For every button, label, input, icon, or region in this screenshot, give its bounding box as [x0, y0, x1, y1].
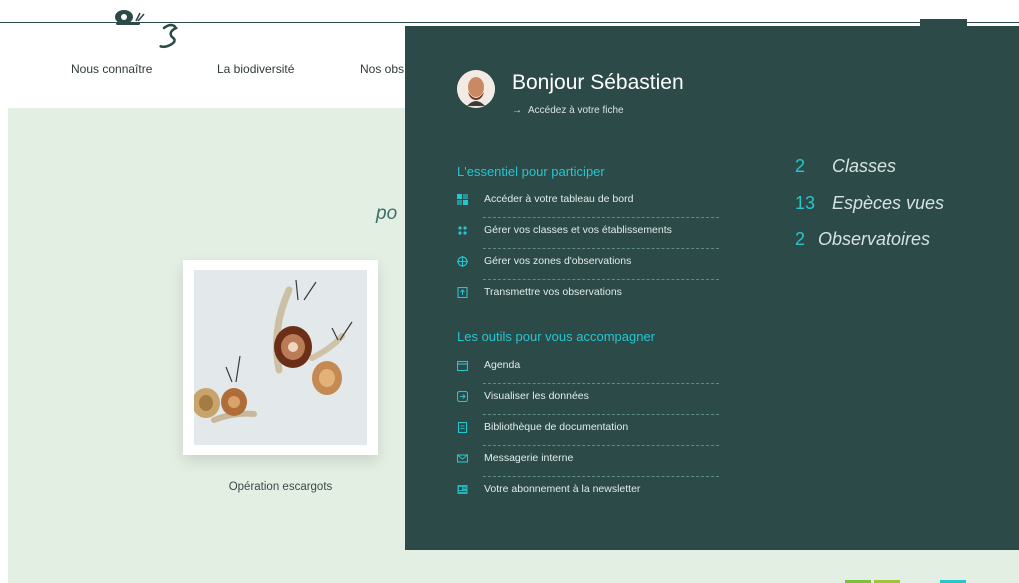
profile-link[interactable]: → Accédez à votre fiche	[512, 105, 624, 116]
section-title-outils: Les outils pour vous accompagner	[457, 329, 656, 344]
avatar-face-icon	[457, 70, 495, 108]
menu-item-zones[interactable]: Gérer vos zones d'observations	[457, 249, 719, 280]
library-icon	[457, 422, 468, 433]
user-avatar[interactable]	[457, 70, 495, 108]
nav-item-observatoires[interactable]: Nos obs	[360, 62, 404, 76]
stat-label: Classes	[832, 156, 897, 176]
section-title-essentiel: L'essentiel pour participer	[457, 164, 605, 179]
menu-item-messagerie[interactable]: Messagerie interne	[457, 446, 719, 477]
hero-title: po	[376, 203, 398, 224]
menu-item-bibliotheque[interactable]: Bibliothèque de documentation	[457, 415, 719, 446]
menu-item-tableau-de-bord[interactable]: Accéder à votre tableau de bord	[457, 187, 719, 218]
nav-item-biodiversite[interactable]: La biodiversité	[217, 62, 294, 76]
menu-item-label: Transmettre vos observations	[484, 286, 622, 298]
snail-logo-icon[interactable]	[112, 4, 192, 50]
account-dropdown-panel: Bonjour Sébastien → Accédez à votre fiche…	[405, 26, 1019, 550]
dashboard-icon	[457, 194, 468, 205]
stat-label: Espèces vues	[832, 193, 945, 213]
greeting-title: Bonjour Sébastien	[512, 71, 684, 94]
menu-item-label: Messagerie interne	[484, 452, 574, 464]
menu-item-classes[interactable]: Gérer vos classes et vos établissements	[457, 218, 719, 249]
mail-icon	[457, 454, 468, 463]
menu-item-newsletter[interactable]: Votre abonnement à la newsletter	[457, 477, 719, 508]
classes-icon	[458, 226, 467, 235]
stat-value: 2	[795, 229, 806, 249]
snails-image	[194, 270, 367, 445]
data-icon	[457, 391, 468, 402]
arrow-right-icon: →	[512, 105, 522, 116]
menu-item-label: Agenda	[484, 359, 521, 371]
stat-value: 13	[795, 193, 816, 213]
upload-icon	[457, 287, 468, 298]
stat-label: Observatoires	[818, 229, 931, 249]
menu-item-label: Gérer vos classes et vos établissements	[484, 224, 672, 236]
menu-item-label: Gérer vos zones d'observations	[484, 255, 632, 267]
menu-item-donnees[interactable]: Visualiser les données	[457, 384, 719, 415]
card-caption[interactable]: Opération escargots	[183, 481, 378, 493]
newsletter-icon	[457, 485, 468, 494]
menu-item-agenda[interactable]: Agenda	[457, 353, 719, 384]
operation-card[interactable]	[183, 260, 378, 455]
stat-value: 2	[795, 156, 806, 176]
menu-item-label: Votre abonnement à la newsletter	[484, 483, 641, 495]
calendar-icon	[457, 360, 468, 371]
menu-item-transmettre[interactable]: Transmettre vos observations	[457, 280, 719, 311]
menu-item-label: Visualiser les données	[484, 390, 589, 402]
menu-item-label: Accéder à votre tableau de bord	[484, 193, 634, 205]
nav-item-nous-connaitre[interactable]: Nous connaître	[71, 62, 152, 76]
menu-item-label: Bibliothèque de documentation	[484, 421, 629, 433]
snails-illustration	[194, 270, 367, 445]
zones-icon	[457, 256, 468, 267]
profile-link-label: Accédez à votre fiche	[528, 105, 624, 116]
